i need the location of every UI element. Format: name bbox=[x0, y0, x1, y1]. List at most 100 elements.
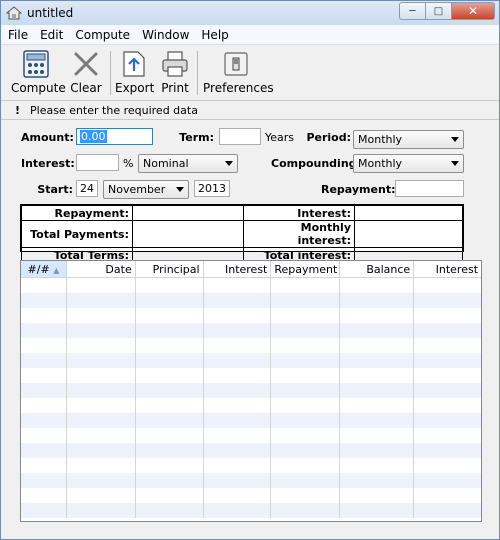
repayment-input[interactable] bbox=[395, 180, 464, 197]
table-row[interactable] bbox=[21, 368, 481, 383]
table-row[interactable] bbox=[21, 473, 481, 488]
preferences-switch-icon bbox=[224, 52, 248, 76]
table-cell bbox=[340, 458, 415, 473]
start-label: Start: bbox=[37, 183, 73, 196]
table-cell bbox=[271, 503, 341, 518]
column-header-index[interactable]: #/# ▲ bbox=[21, 261, 67, 277]
column-header-interest-total[interactable]: Interest bbox=[414, 261, 481, 277]
summary-repayment-label: Repayment: bbox=[21, 205, 133, 221]
menu-file[interactable]: File bbox=[8, 28, 28, 42]
interest-type-select[interactable]: Nominal bbox=[138, 154, 238, 173]
table-row[interactable] bbox=[21, 458, 481, 473]
close-button[interactable]: ✕ bbox=[451, 2, 495, 20]
menu-help[interactable]: Help bbox=[201, 28, 228, 42]
schedule-table[interactable]: #/# ▲ Date Principal Interest Repayment … bbox=[20, 260, 482, 522]
summary-interest-value bbox=[354, 205, 463, 221]
compute-button[interactable]: Compute bbox=[11, 49, 66, 95]
table-row[interactable] bbox=[21, 293, 481, 308]
column-header-interest[interactable]: Interest bbox=[204, 261, 272, 277]
table-cell bbox=[414, 338, 481, 353]
table-row[interactable] bbox=[21, 428, 481, 443]
table-cell bbox=[271, 293, 341, 308]
column-header-principal[interactable]: Principal bbox=[136, 261, 204, 277]
table-row[interactable] bbox=[21, 323, 481, 338]
compounding-select[interactable]: Monthly bbox=[353, 154, 464, 173]
preferences-button[interactable]: Preferences bbox=[203, 49, 274, 95]
start-month-select[interactable]: November bbox=[103, 180, 189, 199]
title-bar[interactable]: untitled ─ □ ✕ bbox=[1, 1, 499, 25]
table-cell bbox=[67, 443, 136, 458]
compounding-value: Monthly bbox=[358, 157, 403, 170]
column-header-date[interactable]: Date bbox=[67, 261, 136, 277]
table-cell bbox=[340, 398, 415, 413]
table-row[interactable] bbox=[21, 443, 481, 458]
table-cell bbox=[21, 278, 67, 293]
table-cell bbox=[21, 473, 67, 488]
status-bar: ! Please enter the required data bbox=[1, 101, 499, 120]
minimize-icon: ─ bbox=[409, 5, 416, 17]
table-cell bbox=[340, 353, 415, 368]
calculator-icon bbox=[23, 50, 49, 78]
table-row[interactable] bbox=[21, 353, 481, 368]
table-cell bbox=[67, 458, 136, 473]
table-row[interactable] bbox=[21, 278, 481, 293]
table-cell bbox=[21, 383, 67, 398]
table-cell bbox=[136, 488, 204, 503]
table-cell bbox=[271, 278, 341, 293]
column-header-repayment[interactable]: Repayment bbox=[271, 261, 341, 277]
table-cell bbox=[136, 278, 204, 293]
table-cell bbox=[136, 368, 204, 383]
table-row[interactable] bbox=[21, 488, 481, 503]
table-cell bbox=[21, 368, 67, 383]
summary-monthly-interest-value bbox=[354, 220, 463, 248]
table-cell bbox=[67, 428, 136, 443]
table-cell bbox=[67, 323, 136, 338]
dropdown-arrow-icon bbox=[451, 137, 459, 142]
table-cell bbox=[21, 458, 67, 473]
dropdown-arrow-icon bbox=[176, 187, 184, 192]
menu-edit[interactable]: Edit bbox=[40, 28, 63, 42]
table-row[interactable] bbox=[21, 383, 481, 398]
table-cell bbox=[271, 323, 341, 338]
start-year-input[interactable]: 2013 bbox=[194, 180, 230, 197]
term-input[interactable] bbox=[219, 128, 261, 145]
clear-button[interactable]: Clear bbox=[69, 49, 103, 95]
table-row[interactable] bbox=[21, 398, 481, 413]
period-label: Period: bbox=[306, 131, 351, 144]
sort-ascending-icon: ▲ bbox=[53, 266, 60, 275]
table-cell bbox=[414, 293, 481, 308]
menu-window[interactable]: Window bbox=[142, 28, 189, 42]
table-cell bbox=[136, 428, 204, 443]
table-row[interactable] bbox=[21, 308, 481, 323]
table-row[interactable] bbox=[21, 413, 481, 428]
table-cell bbox=[21, 308, 67, 323]
table-cell bbox=[21, 443, 67, 458]
start-day-input[interactable]: 24 bbox=[76, 180, 98, 197]
table-cell bbox=[271, 338, 341, 353]
table-cell bbox=[271, 353, 341, 368]
print-button[interactable]: Print bbox=[159, 49, 191, 95]
table-cell bbox=[414, 428, 481, 443]
export-button[interactable]: Export bbox=[115, 49, 154, 95]
menu-compute[interactable]: Compute bbox=[75, 28, 130, 42]
table-cell bbox=[67, 473, 136, 488]
table-cell bbox=[21, 293, 67, 308]
minimize-button[interactable]: ─ bbox=[399, 2, 425, 20]
table-cell bbox=[21, 398, 67, 413]
table-cell bbox=[67, 278, 136, 293]
table-cell bbox=[340, 473, 415, 488]
table-cell bbox=[136, 473, 204, 488]
interest-input[interactable] bbox=[76, 154, 119, 171]
maximize-button[interactable]: □ bbox=[425, 2, 451, 20]
table-cell bbox=[136, 503, 204, 518]
table-row[interactable] bbox=[21, 503, 481, 518]
table-cell bbox=[340, 323, 415, 338]
amount-input[interactable]: 0.00 bbox=[76, 128, 153, 145]
table-cell bbox=[67, 293, 136, 308]
preferences-label: Preferences bbox=[203, 81, 274, 95]
table-cell bbox=[271, 398, 341, 413]
table-cell bbox=[340, 278, 415, 293]
table-row[interactable] bbox=[21, 338, 481, 353]
column-header-balance[interactable]: Balance bbox=[340, 261, 415, 277]
period-select[interactable]: Monthly bbox=[353, 130, 464, 149]
